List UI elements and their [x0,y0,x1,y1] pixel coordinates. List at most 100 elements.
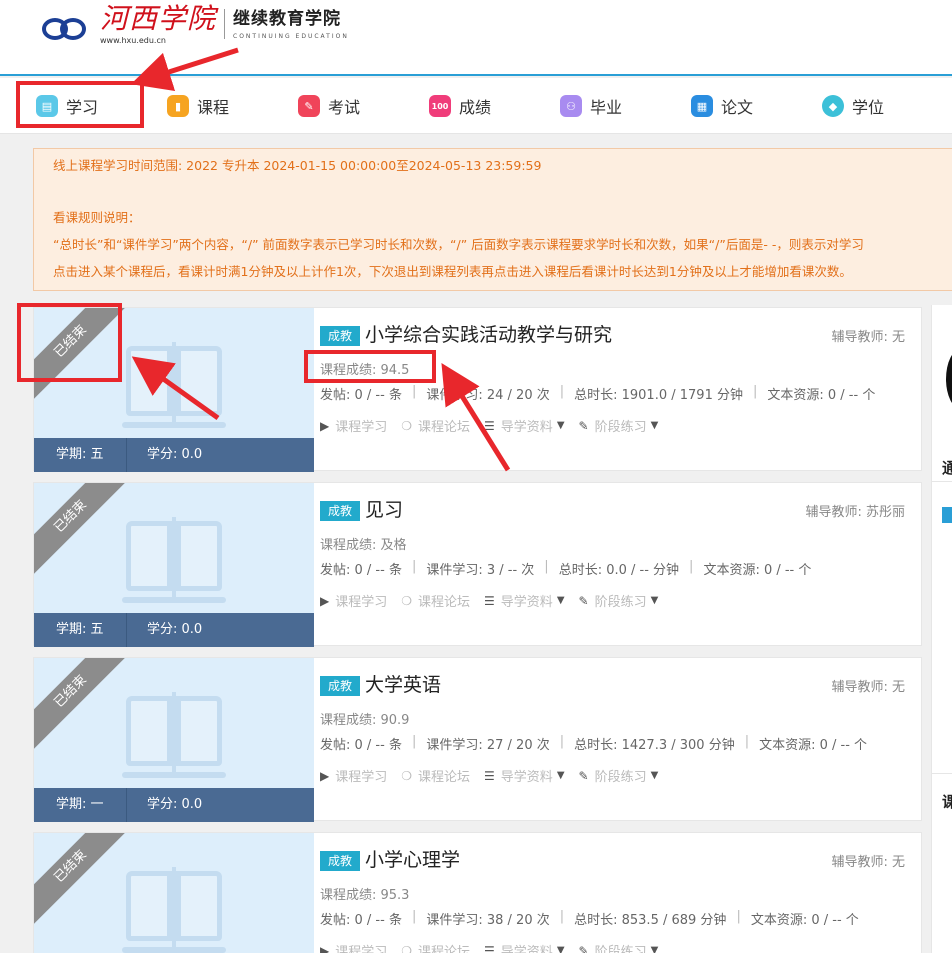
graduate-icon: ⚇ [560,95,582,117]
nav-label: 毕业 [590,98,623,117]
course-thumbnail[interactable]: 已结束 学期: 一 学分: 0.0 [34,658,314,822]
site-header: 河西学院 www.hxu.edu.cn 继续教育学院 CONTINUING ED… [0,0,952,76]
course-forum-link[interactable]: ❍ 课程论坛 [401,416,470,436]
course-card[interactable]: 已结束 学期: 一 学分: 0.0 成教 大学英语 辅导教师: 无 课程成绩: … [33,657,922,822]
notice-spacer [53,181,952,209]
chevron-down-icon: ▼ [556,945,565,953]
course-card[interactable]: 已结束 学期: 五 学分: 0.0 成教 见习 辅导教师: 苏彤丽 课程成绩: … [33,482,922,647]
course-study-link[interactable]: ▶ 课程学习 [320,591,387,611]
course-duration: 总时长: 853.5 / 689 分钟 [574,913,727,928]
nav-item-course[interactable]: ▮ 课程 [167,92,229,120]
course-thumbnail[interactable]: 已结束 学期: 五 学分: 0.0 [34,308,314,472]
ended-ribbon: 已结束 [34,483,134,580]
course-forum-link[interactable]: ❍ 课程论坛 [401,766,471,786]
edit-icon: ✎ [578,593,589,608]
course-resources: 文本资源: 0 / -- 个 [767,388,876,403]
course-courseware: 课件学习: 27 / 20 次 [426,738,550,753]
course-forum-link[interactable]: ❍ 课程论坛 [401,591,471,611]
course-posts: 发帖: 0 / -- 条 [320,913,402,928]
nav-item-degree[interactable]: ◆ 学位 [822,92,884,120]
course-tutor: 辅导教师: 无 [831,330,905,345]
course-forum-link[interactable]: ❍ 课程论坛 [401,941,470,953]
course-thumbnail[interactable]: 已结束 学期: 五 学分: 0.0 [34,833,314,953]
course-type-badge: 成教 [320,851,360,871]
course-practice-dropdown[interactable]: ✎ 阶段练习 ▼ [578,591,659,611]
course-thumbnail[interactable]: 已结束 学期: 五 学分: 0.0 [34,483,314,647]
ended-ribbon: 已结束 [34,308,134,405]
side-divider [932,481,952,482]
course-guide-dropdown[interactable]: ☰ 导学资料 ▼ [484,766,564,786]
course-title[interactable]: 小学综合实践活动教学与研究 [365,320,612,347]
course-guide-dropdown[interactable]: ☰ 导学资料 ▼ [484,941,564,953]
action-label: 课程论坛 [418,770,471,785]
course-duration: 总时长: 1901.0 / 1791 分钟 [574,388,743,403]
course-study-link[interactable]: ▶ 课程学习 [320,941,387,953]
chevron-down-icon: ▼ [556,420,565,431]
book-icon [122,513,226,609]
course-courseware: 课件学习: 24 / 20 次 [426,388,550,403]
edit-icon: ✎ [578,768,589,783]
side-title-2: 课 [942,793,952,811]
course-info: 成教 大学英语 辅导教师: 无 课程成绩: 90.9 发帖: 0 / -- 条 … [320,658,921,822]
play-icon: ▶ [320,943,330,953]
logo-url: www.hxu.edu.cn [100,35,166,45]
course-resources: 文本资源: 0 / -- 个 [759,738,868,753]
nav-item-exam[interactable]: ✎ 考试 [298,92,360,120]
action-label: 导学资料 [500,595,553,610]
course-study-link[interactable]: ▶ 课程学习 [320,416,388,436]
nav-label: 课程 [197,98,230,117]
nav-item-graduate[interactable]: ⚇ 毕业 [560,92,622,120]
action-label: 课程学习 [335,945,388,953]
course-type-badge: 成教 [320,676,360,696]
course-grade: 课程成绩: 95.3 [320,888,410,903]
stat-divider: | [411,384,417,399]
chevron-down-icon: ▼ [650,770,659,781]
stat-divider: | [744,734,750,749]
stat-divider: | [689,559,694,574]
nav-label: 考试 [328,98,361,117]
course-practice-dropdown[interactable]: ✎ 阶段练习 ▼ [579,416,659,436]
course-practice-dropdown[interactable]: ✎ 阶段练习 ▼ [578,766,659,786]
study-notice: 线上课程学习时间范围: 2022 专升本 2024-01-15 00:00:00… [33,148,952,291]
stat-divider: | [544,559,549,574]
site-logo[interactable]: 河西学院 www.hxu.edu.cn 继续教育学院 CONTINUING ED… [28,0,349,48]
term-credit-bar: 学期: 五 学分: 0.0 [34,613,314,647]
course-stats: 发帖: 0 / -- 条 | 课件学习: 38 / 20 次 | 总时长: 85… [320,909,859,928]
stat-divider: | [559,909,565,924]
course-card[interactable]: 已结束 学期: 五 学分: 0.0 成教 小学综合实践活动教学与研究 辅导教师:… [33,307,922,472]
nav-label: 学位 [852,98,885,117]
nav-item-study[interactable]: ▤ 学习 [36,92,98,120]
exam-icon: ✎ [298,95,320,117]
play-icon: ▶ [320,593,330,608]
course-credit: 学分: 0.0 [147,797,203,812]
course-actions: ▶ 课程学习 ❍ 课程论坛 ☰ 导学资料 ▼ ✎ 阶段练习 ▼ [320,766,672,786]
nav-label: 学习 [66,98,99,117]
nav-item-thesis[interactable]: ▦ 论文 [691,92,753,120]
course-card[interactable]: 已结束 学期: 五 学分: 0.0 成教 小学心理学 辅导教师: 无 课程成绩:… [33,832,922,953]
course-title[interactable]: 小学心理学 [365,845,460,872]
course-resources: 文本资源: 0 / -- 个 [703,563,812,578]
notice-time-range: 线上课程学习时间范围: 2022 专升本 2024-01-15 00:00:00… [53,158,542,173]
course-info: 成教 小学综合实践活动教学与研究 辅导教师: 无 课程成绩: 94.5 发帖: … [320,308,921,472]
paper-icon: ▦ [691,95,713,117]
course-guide-dropdown[interactable]: ☰ 导学资料 ▼ [484,416,565,436]
score-icon: 100 [429,95,451,117]
course-actions: ▶ 课程学习 ❍ 课程论坛 ☰ 导学资料 ▼ ✎ 阶段练习 ▼ [320,591,672,611]
course-term: 学期: 五 [34,613,127,647]
ended-ribbon: 已结束 [34,658,134,755]
nav-item-score[interactable]: 100 成绩 [429,92,491,120]
course-study-link[interactable]: ▶ 课程学习 [320,766,387,786]
course-practice-dropdown[interactable]: ✎ 阶段练习 ▼ [579,941,659,953]
action-label: 课程论坛 [418,595,471,610]
list-icon: ☰ [484,593,495,608]
term-credit-bar: 学期: 一 学分: 0.0 [34,788,314,822]
course-title[interactable]: 大学英语 [365,670,441,697]
course-type-badge: 成教 [320,326,360,346]
action-label: 课程学习 [335,420,388,435]
course-title[interactable]: 见习 [365,495,403,522]
list-icon: ☰ [484,943,495,953]
course-guide-dropdown[interactable]: ☰ 导学资料 ▼ [484,591,564,611]
course-info: 成教 小学心理学 辅导教师: 无 课程成绩: 95.3 发帖: 0 / -- 条… [320,833,921,953]
stat-divider: | [559,734,565,749]
logo-university-name: 河西学院 [100,1,217,35]
